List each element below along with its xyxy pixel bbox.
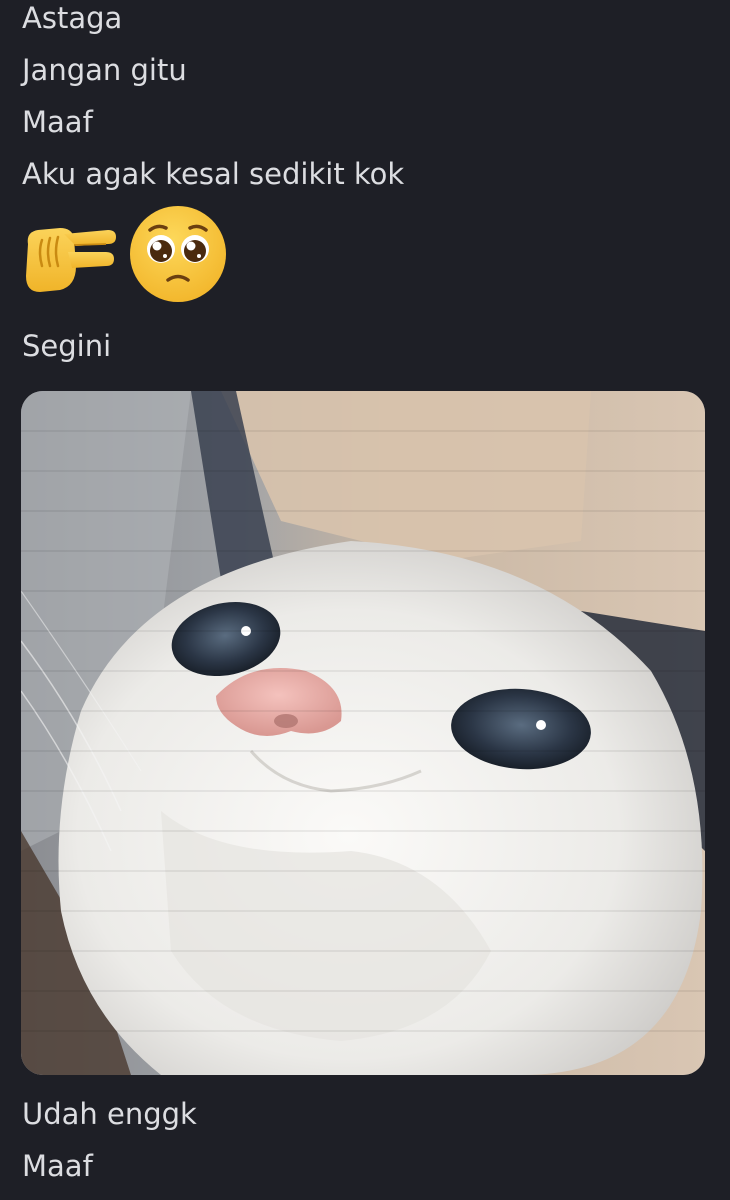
message-text[interactable]: Astaga — [22, 0, 122, 38]
cat-photo — [21, 391, 705, 1075]
pinching-hand-icon — [20, 204, 120, 304]
message-text[interactable]: Udah enggk — [22, 1094, 197, 1134]
message-text[interactable]: Segini — [22, 326, 111, 366]
message-text[interactable]: Maaf — [22, 1146, 93, 1186]
message-text[interactable]: Jangan gitu — [22, 50, 187, 90]
chat-message-list: Astaga Jangan gitu Maaf Aku agak kesal s… — [0, 0, 730, 1200]
emoji-message[interactable] — [20, 204, 240, 304]
image-attachment[interactable] — [21, 391, 705, 1075]
message-text[interactable]: Aku agak kesal sedikit kok — [22, 154, 404, 194]
message-text[interactable]: Maaf — [22, 102, 93, 142]
pleading-face-icon — [128, 204, 228, 304]
